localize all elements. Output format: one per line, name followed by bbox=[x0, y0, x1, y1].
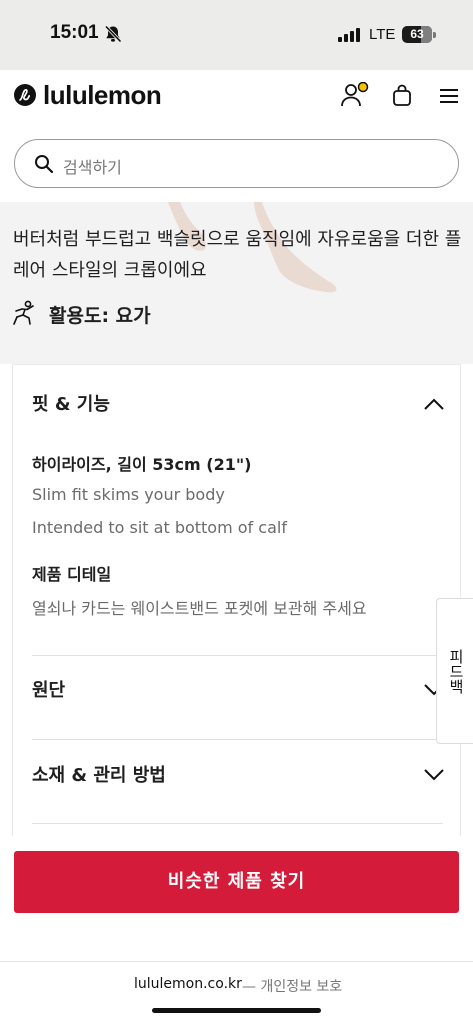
accordion-header-care[interactable]: 소재 & 관리 방법 bbox=[32, 742, 444, 802]
product-image-area: 버터처럼 부드럽고 백슬릿으로 움직임에 자유로움을 더한 플레어 스타일의 크… bbox=[0, 202, 473, 364]
status-time: 15:01 bbox=[50, 22, 99, 43]
accordion-title-fabric: 원단 bbox=[32, 680, 66, 701]
search-icon bbox=[35, 155, 54, 174]
find-similar-products-button[interactable]: 비슷한 제품 찾기 bbox=[14, 851, 459, 913]
accordion-title-fit: 핏 & 기능 bbox=[32, 394, 110, 415]
brand-wordmark[interactable]: lululemon bbox=[43, 80, 162, 111]
fit-detail-line: Intended to sit at bottom of calf bbox=[32, 518, 287, 537]
product-details-accordion: 핏 & 기능 하이라이즈, 길이 53cm (21") Slim fit ski… bbox=[12, 364, 461, 836]
site-domain: lululemon.co.kr bbox=[134, 976, 242, 992]
chevron-up-icon bbox=[424, 398, 444, 410]
product-detail-line: 열쇠나 카드는 웨이스트밴드 포켓에 보관해 주세요 bbox=[32, 599, 367, 618]
activity-label: 활용도: 요가 bbox=[49, 305, 151, 327]
product-description: 버터처럼 부드럽고 백슬릿으로 움직임에 자유로움을 더한 플레어 스타일의 크… bbox=[13, 229, 462, 281]
search-placeholder: 검색하기 bbox=[63, 158, 122, 177]
search-input[interactable]: 검색하기 bbox=[14, 139, 459, 188]
chevron-down-icon bbox=[424, 769, 444, 781]
hamburger-menu-icon[interactable] bbox=[440, 89, 458, 103]
feedback-tab[interactable]: 피드백 bbox=[436, 598, 473, 744]
accordion-header-fit[interactable]: 핏 & 기능 bbox=[32, 371, 444, 431]
network-type: LTE bbox=[369, 26, 396, 43]
privacy-label: — 개인정보 보호 bbox=[242, 979, 343, 995]
feedback-tab-label: 피드백 bbox=[447, 649, 465, 694]
accordion-header-fabric[interactable]: 원단 bbox=[32, 657, 444, 717]
bell-off-icon bbox=[104, 25, 122, 43]
yoga-pose-icon bbox=[13, 300, 34, 325]
site-header: lululemon bbox=[0, 70, 473, 132]
signal-icon bbox=[338, 28, 360, 42]
fit-detail-line: Slim fit skims your body bbox=[32, 485, 225, 504]
divider bbox=[32, 739, 443, 740]
fit-heading: 하이라이즈, 길이 53cm (21") bbox=[32, 455, 252, 474]
product-detail-heading: 제품 디테일 bbox=[32, 565, 112, 584]
browser-footer: lululemon.co.kr — 개인정보 보호 bbox=[0, 961, 473, 1024]
divider bbox=[32, 655, 443, 656]
divider bbox=[32, 823, 443, 824]
account-icon[interactable] bbox=[340, 82, 370, 108]
shopping-bag-icon[interactable] bbox=[392, 84, 412, 106]
status-bar: 15:01 LTE 63 bbox=[0, 0, 473, 70]
battery-level: 63 bbox=[410, 27, 424, 41]
home-indicator[interactable] bbox=[152, 1008, 321, 1013]
lululemon-logo-icon[interactable] bbox=[14, 84, 36, 106]
battery-icon: 63 bbox=[402, 26, 436, 43]
accordion-title-care: 소재 & 관리 방법 bbox=[32, 765, 166, 786]
